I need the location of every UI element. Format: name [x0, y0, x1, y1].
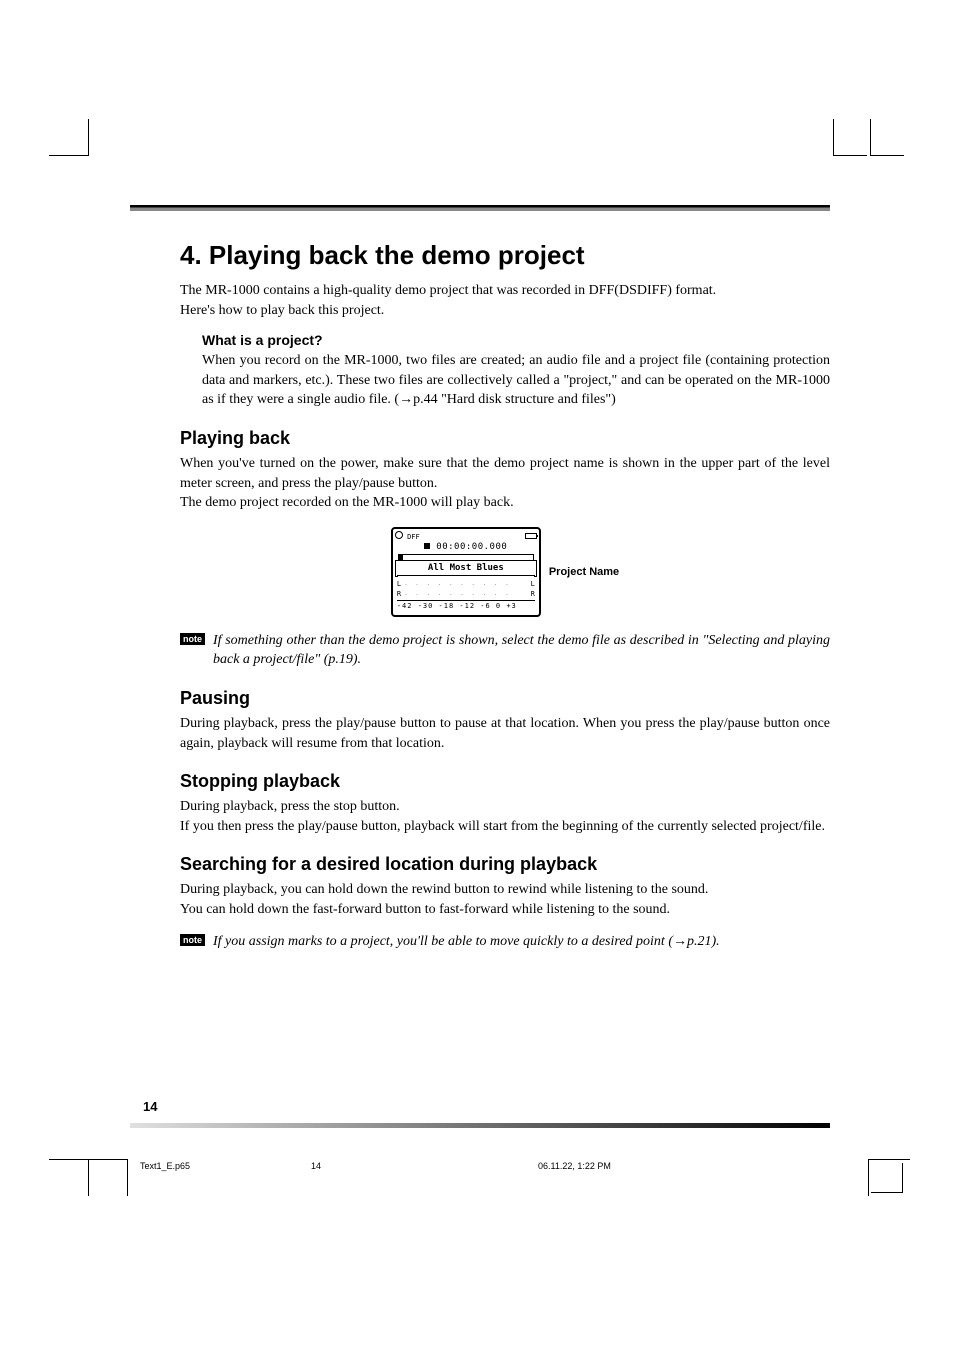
crop-mark	[871, 1163, 903, 1193]
crop-mark	[49, 1159, 89, 1160]
note-2: note If you assign marks to a project, y…	[180, 932, 830, 952]
note-1: note If something other than the demo pr…	[180, 631, 830, 670]
footer-filename: Text1_E.p65	[140, 1161, 190, 1171]
project-info-text: When you record on the MR-1000, two file…	[202, 351, 830, 410]
channel-r-r: R	[531, 590, 535, 598]
pausing-text: During playback, press the play/pause bu…	[180, 714, 830, 753]
battery-icon	[525, 533, 537, 539]
crop-mark	[127, 1159, 128, 1196]
channel-l: L	[397, 580, 401, 588]
channel-r: R	[397, 590, 401, 598]
page-number: 14	[143, 1099, 157, 1114]
crop-mark	[868, 1159, 869, 1196]
stopping-p2: If you then press the play/pause button,…	[180, 817, 830, 837]
stop-icon	[424, 543, 430, 549]
rec-icon	[395, 531, 403, 539]
page-content: 4. Playing back the demo project The MR-…	[180, 240, 830, 951]
lcd-screen: DFF 00:00:00.000 All Most Blues L. . . .…	[391, 527, 541, 617]
footer-divider	[130, 1123, 830, 1128]
figure-label: Project Name	[549, 566, 619, 578]
stopping-heading: Stopping playback	[180, 771, 830, 792]
progress-bar	[398, 554, 534, 561]
crop-mark	[833, 119, 834, 156]
note-2-text: If you assign marks to a project, you'll…	[213, 932, 720, 952]
channel-l-r: L	[531, 580, 535, 588]
screen-figure: DFF 00:00:00.000 All Most Blues L. . . .…	[180, 527, 830, 617]
searching-heading: Searching for a desired location during …	[180, 854, 830, 875]
screen-project-title-text: All Most Blues	[428, 563, 504, 573]
page-title: 4. Playing back the demo project	[180, 240, 830, 271]
playing-back-p2: The demo project recorded on the MR-1000…	[180, 493, 830, 513]
footer-date: 06.11.22, 1:22 PM	[538, 1161, 611, 1171]
crop-mark	[88, 119, 89, 156]
footer-page: 14	[311, 1161, 321, 1171]
note-icon: note	[180, 633, 205, 645]
screen-project-title: All Most Blues	[397, 562, 535, 576]
note-icon: note	[180, 934, 205, 946]
playing-back-heading: Playing back	[180, 428, 830, 449]
playing-back-p1: When you've turned on the power, make su…	[180, 454, 830, 493]
crop-mark	[88, 1159, 128, 1160]
crop-mark	[868, 1159, 910, 1160]
crop-mark	[833, 155, 867, 156]
header-divider	[130, 205, 830, 211]
project-subheading: What is a project?	[202, 332, 830, 348]
crop-mark	[49, 155, 89, 156]
intro-text-2: Here's how to play back this project.	[180, 301, 830, 321]
note-1-text: If something other than the demo project…	[213, 631, 830, 670]
crop-mark	[88, 1159, 89, 1196]
searching-p2: You can hold down the fast-forward butto…	[180, 900, 830, 920]
level-meter: L. . . . . . . . . .L R. . . . . . . . .…	[397, 579, 535, 610]
meter-scale: -42 -30 -18 -12 -6 0 +3	[397, 600, 535, 610]
intro-text-1: The MR-1000 contains a high-quality demo…	[180, 281, 830, 301]
project-info-block: What is a project? When you record on th…	[202, 332, 830, 410]
screen-counter: 00:00:00.000	[436, 542, 507, 552]
pausing-heading: Pausing	[180, 688, 830, 709]
crop-mark	[870, 155, 904, 156]
searching-p1: During playback, you can hold down the r…	[180, 880, 830, 900]
stopping-p1: During playback, press the stop button.	[180, 797, 830, 817]
crop-mark	[870, 119, 871, 156]
dff-label: DFF	[407, 533, 420, 541]
